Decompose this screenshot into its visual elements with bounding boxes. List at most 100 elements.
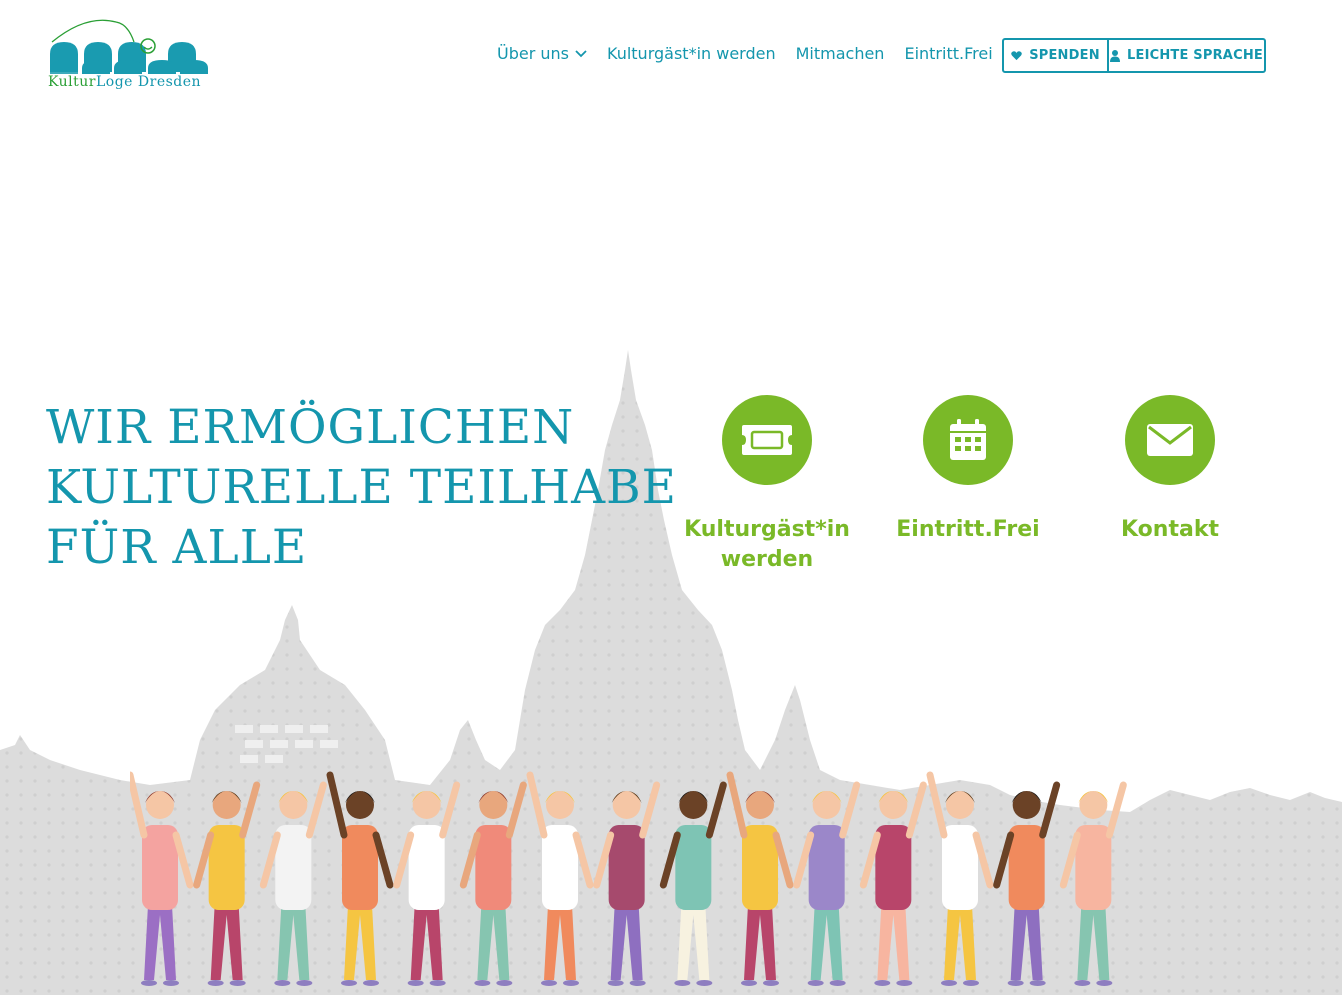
nav-item-eintritt-frei[interactable]: Eintritt.Frei — [904, 44, 992, 63]
person-arm — [439, 781, 461, 839]
person-figure — [326, 771, 394, 986]
people-holding-hands-illustration — [130, 771, 1127, 986]
person-legs — [744, 905, 776, 980]
person-arm — [772, 831, 794, 889]
person-shoe — [963, 980, 979, 986]
person-shoe — [363, 980, 379, 986]
person-shoe — [607, 980, 624, 986]
person-shoe — [896, 980, 913, 986]
person-torso — [542, 825, 578, 910]
quicklink-eintritt-frei[interactable]: Eintritt.Frei — [868, 395, 1068, 545]
person-legs — [144, 905, 176, 980]
person-legs — [477, 905, 510, 980]
person-arm — [1059, 831, 1081, 889]
person-arm — [859, 831, 881, 889]
ticket-icon — [742, 425, 792, 455]
person-arm — [239, 781, 261, 839]
chevron-down-icon — [575, 49, 587, 57]
person-shoe — [763, 980, 779, 986]
heart-icon — [1011, 50, 1022, 61]
person-arm — [793, 831, 815, 889]
person-shoe — [1074, 980, 1091, 986]
person-shoe — [407, 980, 424, 986]
quicklink-kulturgast-werden[interactable]: Kulturgäst*in werden — [667, 395, 867, 575]
easy-language-button-label: LEICHTE SPRACHE — [1127, 48, 1263, 63]
person-arm — [839, 781, 861, 839]
donate-button-label: SPENDEN — [1029, 48, 1100, 63]
person-torso — [208, 825, 245, 910]
person-arm — [193, 831, 215, 889]
person-shoe — [874, 980, 891, 986]
person-arm — [1105, 781, 1127, 839]
person-figure — [859, 781, 927, 986]
person-arm — [726, 771, 748, 839]
person-shoe — [563, 980, 579, 986]
person-figure — [259, 781, 327, 986]
person-figure — [1059, 781, 1127, 986]
person-shoe — [274, 980, 291, 986]
person-torso — [342, 825, 378, 910]
person-figure — [659, 781, 727, 986]
person-torso — [608, 825, 645, 910]
logo-wordmark[interactable]: KulturLoge Dresden — [48, 74, 201, 90]
person-torso — [142, 825, 178, 910]
nav-item-mitmachen[interactable]: Mitmachen — [796, 44, 885, 63]
person-legs — [677, 905, 710, 980]
quicklink-circle — [923, 395, 1013, 485]
person-legs — [544, 905, 576, 980]
person-legs — [210, 905, 243, 980]
person-arm — [326, 771, 348, 839]
logo-word-kultur: Kultur — [48, 74, 96, 90]
person-shoe — [296, 980, 313, 986]
person-legs — [810, 905, 843, 980]
person-shoe — [541, 980, 557, 986]
person-arm — [393, 831, 415, 889]
quicklink-kontakt[interactable]: Kontakt — [1070, 395, 1270, 545]
person-torso — [408, 825, 445, 910]
person-shoe — [207, 980, 224, 986]
person-arm — [705, 781, 727, 839]
person-arm — [572, 831, 594, 889]
person-legs — [1010, 905, 1043, 980]
donate-button[interactable]: SPENDEN — [1004, 40, 1107, 71]
person-torso — [942, 825, 978, 910]
nav-item-label: Mitmachen — [795, 44, 885, 63]
nav-item-ueber-uns[interactable]: Über uns — [497, 44, 587, 63]
person-shoe — [163, 980, 179, 986]
quicklink-label: Kontakt — [1121, 517, 1219, 542]
hero-headline-line: FÜR ALLE — [46, 520, 308, 575]
hero-headline: WIR ERMÖGLICHEN KULTURELLE TEILHABE FÜR … — [46, 398, 676, 578]
person-arm — [505, 781, 527, 839]
quicklink-label: Kulturgäst*in werden — [684, 517, 850, 572]
person-legs — [1077, 905, 1110, 980]
easy-language-button[interactable]: LEICHTE SPRACHE — [1107, 40, 1264, 71]
person-shoe — [829, 980, 846, 986]
quicklink-circle — [1125, 395, 1215, 485]
person-arm — [993, 831, 1015, 889]
person-shoe — [474, 980, 491, 986]
quicklink-label: Eintritt.Frei — [896, 517, 1040, 542]
person-arm — [593, 831, 615, 889]
person-legs — [277, 905, 310, 980]
person-torso — [808, 825, 845, 910]
person-arm — [130, 771, 148, 839]
person-figure — [593, 781, 661, 986]
person-torso — [1075, 825, 1112, 910]
logo-word-dresden: Dresden — [132, 74, 202, 90]
person-figure — [459, 781, 527, 986]
nav-item-kulturgast-werden[interactable]: Kulturgäst*in werden — [607, 44, 776, 63]
person-arm — [972, 831, 994, 889]
person-arm — [259, 831, 281, 889]
person-arm — [905, 781, 927, 839]
quicklink-circle — [722, 395, 812, 485]
person-torso — [675, 825, 712, 910]
person-arm — [305, 781, 327, 839]
person-shoe — [629, 980, 646, 986]
hero-headline-line: WIR ERMÖGLICHEN — [46, 400, 575, 455]
person-shoe — [696, 980, 713, 986]
nav-item-label: Eintritt.Frei — [904, 44, 993, 63]
person-shoe — [1029, 980, 1046, 986]
person-arm — [526, 771, 548, 839]
person-figure — [726, 771, 794, 986]
person-arm — [926, 771, 948, 839]
